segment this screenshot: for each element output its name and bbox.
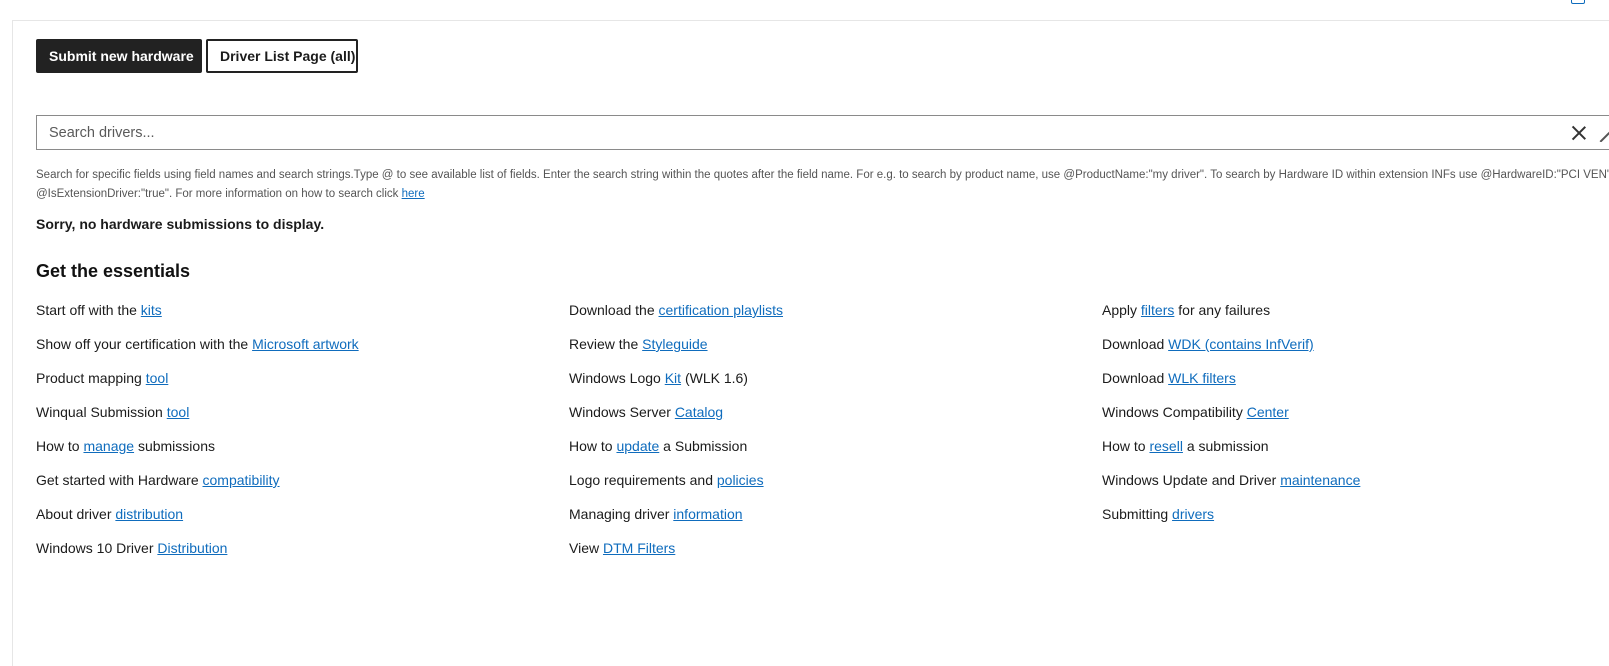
- essentials-item-text: submissions: [134, 438, 215, 454]
- essentials-item-link[interactable]: tool: [146, 370, 169, 386]
- empty-state-message: Sorry, no hardware submissions to displa…: [36, 216, 325, 232]
- essentials-item: Winqual Submission tool: [36, 402, 359, 436]
- essentials-item-link[interactable]: Microsoft artwork: [252, 336, 359, 352]
- essentials-item-link[interactable]: kits: [141, 302, 162, 318]
- essentials-item-link[interactable]: drivers: [1172, 506, 1214, 522]
- essentials-item-text: Windows Logo: [569, 370, 665, 386]
- essentials-item-link[interactable]: information: [673, 506, 742, 522]
- essentials-item: Windows Logo Kit (WLK 1.6): [569, 368, 783, 402]
- essentials-item-link[interactable]: Kit: [665, 370, 681, 386]
- essentials-item: Windows 10 Driver Distribution: [36, 538, 359, 572]
- essentials-item: Review the Styleguide: [569, 334, 783, 368]
- help-text-line: @IsExtensionDriver:"true". For more info…: [36, 185, 1609, 204]
- essentials-item-text: Windows Server: [569, 404, 675, 420]
- essentials-item: About driver distribution: [36, 504, 359, 538]
- essentials-item-text: About driver: [36, 506, 116, 522]
- essentials-item-link[interactable]: tool: [167, 404, 190, 420]
- essentials-item-text: How to: [36, 438, 84, 454]
- essentials-item-text: Review the: [569, 336, 643, 352]
- essentials-item: Windows Update and Driver maintenance: [1102, 470, 1360, 504]
- essentials-item: Download WDK (contains InfVerif): [1102, 334, 1360, 368]
- essentials-item: Start off with the kits: [36, 300, 359, 334]
- sidebar-divider: [12, 20, 13, 666]
- essentials-item-text: How to: [569, 438, 617, 454]
- essentials-item-text: Windows Update and Driver: [1102, 472, 1281, 488]
- essentials-item-link[interactable]: policies: [717, 472, 764, 488]
- essentials-item-link[interactable]: Distribution: [157, 540, 227, 556]
- essentials-item-text: Winqual Submission: [36, 404, 167, 420]
- essentials-item-text: Logo requirements and: [569, 472, 717, 488]
- essentials-item-text: Submitting: [1102, 506, 1173, 522]
- search-box: [36, 115, 1609, 150]
- essentials-column: Apply filters for any failures Download W…: [1102, 300, 1360, 538]
- essentials-item: View DTM Filters: [569, 538, 783, 572]
- essentials-item-text: Windows 10 Driver: [36, 540, 158, 556]
- essentials-item-link[interactable]: update: [616, 438, 659, 454]
- essentials-item: How to resell a submission: [1102, 436, 1360, 470]
- essentials-item-link[interactable]: resell: [1149, 438, 1182, 454]
- essentials-item-link[interactable]: compatibility: [203, 472, 280, 488]
- essentials-item-link[interactable]: certification playlists: [659, 302, 784, 318]
- essentials-item: Download the certification playlists: [569, 300, 783, 334]
- essentials-item-text: Managing driver: [569, 506, 674, 522]
- essentials-item-text: Download: [1102, 336, 1169, 352]
- essentials-item-link[interactable]: manage: [83, 438, 134, 454]
- essentials-item-text: a submission: [1182, 438, 1269, 454]
- essentials-item-link[interactable]: Catalog: [675, 404, 723, 420]
- essentials-item-text: Product mapping: [36, 370, 146, 386]
- essentials-column: Download the certification playlists Revi…: [569, 300, 783, 572]
- submit-new-hardware-button[interactable]: Submit new hardware: [36, 39, 202, 73]
- essentials-item-text: Get started with Hardware: [36, 472, 203, 488]
- essentials-item-text: Download the: [569, 302, 659, 318]
- essentials-item: How to manage submissions: [36, 436, 359, 470]
- essentials-item-text: View: [569, 540, 603, 556]
- essentials-item-text: Show off your certification with the: [36, 336, 253, 352]
- essentials-item-text: Download: [1102, 370, 1169, 386]
- essentials-item: Download WLK filters: [1102, 368, 1360, 402]
- essentials-item: Get started with Hardware compatibility: [36, 470, 359, 504]
- essentials-item: Managing driver information: [569, 504, 783, 538]
- essentials-item-text: Start off with the: [36, 302, 141, 318]
- essentials-item-text: Apply: [1102, 302, 1141, 318]
- header-divider: [12, 20, 1609, 21]
- help-here-link[interactable]: here: [402, 188, 425, 200]
- essentials-item-text: (WLK 1.6): [681, 370, 748, 386]
- essentials-item-text: a Submission: [659, 438, 748, 454]
- essentials-item: How to update a Submission: [569, 436, 783, 470]
- search-submit-icon[interactable]: [1599, 128, 1609, 142]
- essentials-item-text: How to: [1102, 438, 1150, 454]
- essentials-item-link[interactable]: WDK (contains InfVerif): [1168, 336, 1314, 352]
- essentials-item-text: Windows Compatibility: [1102, 404, 1247, 420]
- essentials-item-link[interactable]: maintenance: [1280, 472, 1360, 488]
- essentials-item-link[interactable]: WLK filters: [1168, 370, 1236, 386]
- essentials-item-link[interactable]: distribution: [115, 506, 183, 522]
- essentials-item-link[interactable]: DTM Filters: [603, 540, 675, 556]
- clear-search-icon[interactable]: [1571, 125, 1587, 141]
- essentials-item: Submitting drivers: [1102, 504, 1360, 538]
- search-input[interactable]: [37, 116, 1537, 149]
- essentials-item: Product mapping tool: [36, 368, 359, 402]
- essentials-item: Logo requirements and policies: [569, 470, 783, 504]
- essentials-item-link[interactable]: filters: [1141, 302, 1174, 318]
- essentials-item-text: for any failures: [1174, 302, 1271, 318]
- help-text-line: Search for specific fields using field n…: [36, 169, 1609, 181]
- essentials-item-link[interactable]: Styleguide: [642, 336, 707, 352]
- essentials-item: Apply filters for any failures: [1102, 300, 1360, 334]
- window-icon[interactable]: [1571, 0, 1585, 4]
- essentials-title: Get the essentials: [36, 261, 191, 281]
- search-help-text: Search for specific fields using field n…: [36, 166, 1609, 204]
- essentials-item: Show off your certification with the Mic…: [36, 334, 359, 368]
- essentials-item-link[interactable]: Center: [1247, 404, 1289, 420]
- essentials-column: Start off with the kits Show off your cer…: [36, 300, 359, 572]
- essentials-item: Windows Compatibility Center: [1102, 402, 1360, 436]
- driver-list-page-button[interactable]: Driver List Page (all): [206, 39, 358, 73]
- essentials-item: Windows Server Catalog: [569, 402, 783, 436]
- help-text-inline: @IsExtensionDriver:"true". For more info…: [36, 188, 402, 200]
